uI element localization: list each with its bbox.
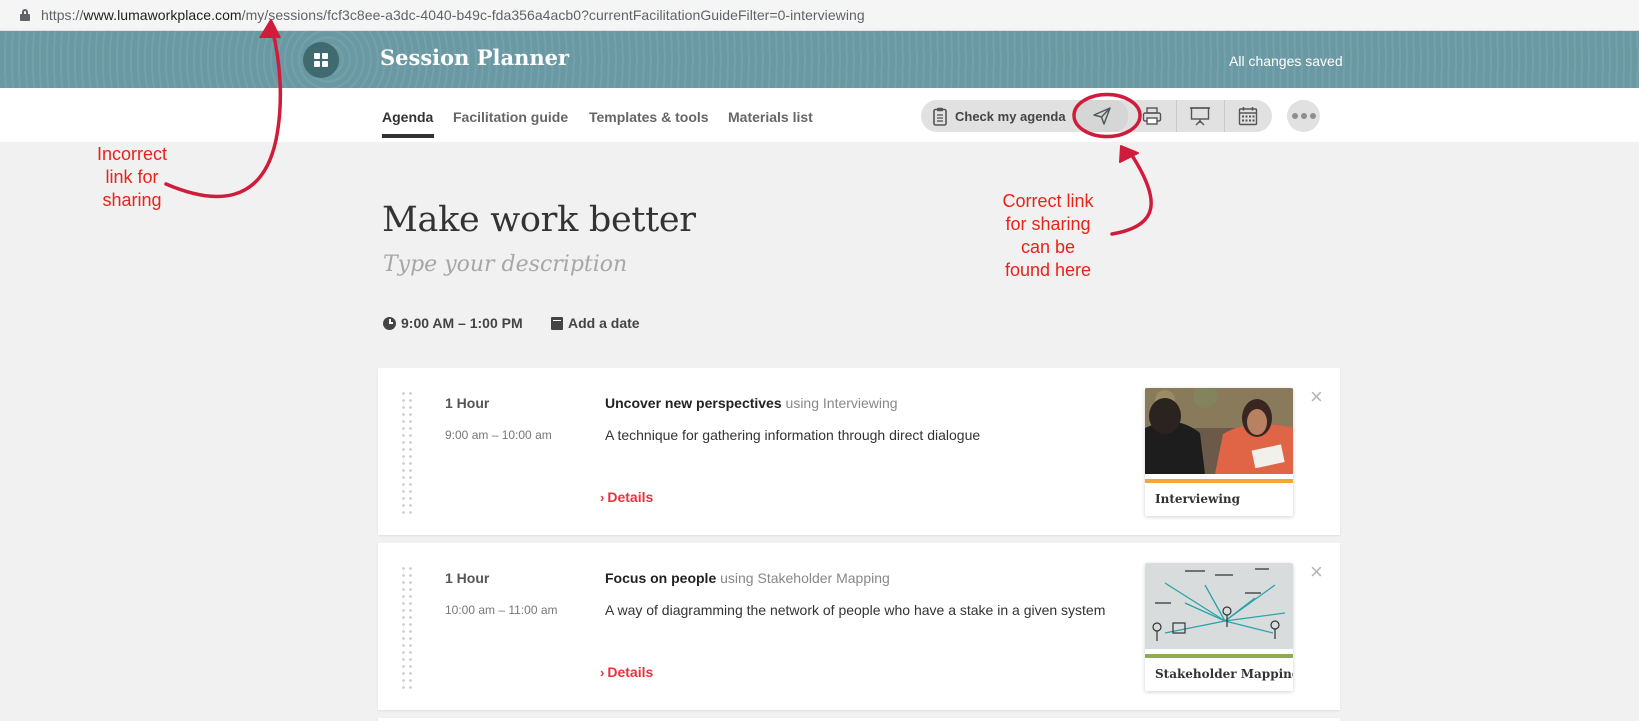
active-tab-indicator xyxy=(382,134,434,138)
apps-grid-icon[interactable] xyxy=(303,42,339,78)
item-description: A technique for gathering information th… xyxy=(605,427,981,443)
stakeholder-map-photo xyxy=(1145,563,1293,649)
item-description: A way of diagramming the network of peop… xyxy=(605,602,1106,618)
session-toolbar: Check my agenda xyxy=(921,100,1272,132)
tab-agenda[interactable]: Agenda xyxy=(382,109,433,125)
lock-icon xyxy=(20,9,30,21)
presentation-icon xyxy=(1190,107,1211,126)
tab-facilitation-guide[interactable]: Facilitation guide xyxy=(453,109,568,125)
check-agenda-button[interactable]: Check my agenda xyxy=(921,100,1076,132)
session-time-label: 9:00 AM – 1:00 PM xyxy=(401,315,523,331)
details-link[interactable]: › Details xyxy=(600,664,653,680)
annotation-correct-link: Correct link for sharing can be found he… xyxy=(1002,191,1094,280)
check-agenda-label: Check my agenda xyxy=(955,108,1066,124)
clipboard-icon xyxy=(933,107,947,126)
print-icon xyxy=(1142,107,1161,125)
details-label: Details xyxy=(607,664,654,680)
details-label: Details xyxy=(607,489,654,505)
presentation-button[interactable] xyxy=(1175,100,1224,132)
drag-handle-icon[interactable] xyxy=(400,565,414,693)
drag-handle-icon[interactable] xyxy=(400,390,414,518)
tab-templates-tools[interactable]: Templates & tools xyxy=(589,109,709,125)
annotation-incorrect-link: Incorrect link for sharing xyxy=(96,144,168,210)
method-card-stakeholder-mapping[interactable]: Stakeholder Mapping xyxy=(1145,563,1293,691)
method-card-caption: Stakeholder Mapping xyxy=(1155,667,1293,681)
share-button[interactable] xyxy=(1075,100,1128,132)
add-date-button[interactable]: Add a date xyxy=(551,315,640,331)
session-title[interactable]: Make work better xyxy=(382,200,696,240)
calendar-button[interactable] xyxy=(1223,100,1272,132)
interviewing-photo xyxy=(1145,388,1293,474)
method-card-caption: Interviewing xyxy=(1155,492,1241,506)
annotation-arrow-correct xyxy=(1110,155,1153,236)
tab-materials-list[interactable]: Materials list xyxy=(728,109,813,125)
item-time-range: 9:00 am – 10:00 am xyxy=(445,428,552,442)
app-header: Session Planner All changes saved xyxy=(0,31,1639,88)
agenda-item: 1 Hour 10:00 am – 11:00 am Focus on peop… xyxy=(378,543,1340,710)
calendar-icon xyxy=(551,316,563,330)
method-card-interviewing[interactable]: Interviewing xyxy=(1145,388,1293,516)
details-link[interactable]: › Details xyxy=(600,489,653,505)
item-title: Uncover new perspectives using Interview… xyxy=(605,395,898,411)
chevron-right-icon: › xyxy=(600,665,605,680)
url-host: www.lumaworkplace.com xyxy=(83,7,242,23)
session-time[interactable]: 9:00 AM – 1:00 PM xyxy=(383,315,523,331)
chevron-right-icon: › xyxy=(600,490,605,505)
remove-item-icon[interactable]: × xyxy=(1310,386,1323,408)
url-text[interactable]: https://www.lumaworkplace.com/my/session… xyxy=(41,7,865,23)
clock-icon xyxy=(383,316,396,330)
item-method: using Stakeholder Mapping xyxy=(720,570,890,586)
print-button[interactable] xyxy=(1128,100,1176,132)
save-status: All changes saved xyxy=(1229,53,1343,69)
item-duration[interactable]: 1 Hour xyxy=(445,570,489,586)
item-time-range: 10:00 am – 11:00 am xyxy=(445,603,558,617)
calendar-icon xyxy=(1238,107,1258,126)
url-scheme: https:// xyxy=(41,7,84,23)
remove-item-icon[interactable]: × xyxy=(1310,561,1323,583)
address-bar[interactable]: https://www.lumaworkplace.com/my/session… xyxy=(0,0,1639,31)
more-icon[interactable] xyxy=(1287,100,1320,132)
session-description-field[interactable]: Type your description xyxy=(383,252,627,277)
tab-bar: Agenda Facilitation guide Templates & to… xyxy=(0,88,1639,142)
item-duration[interactable]: 1 Hour xyxy=(445,395,489,411)
url-path: /my/sessions/fcf3c8ee-a3dc-4040-b49c-fda… xyxy=(241,7,865,23)
item-title-text: Focus on people xyxy=(605,570,717,586)
item-title-text: Uncover new perspectives xyxy=(605,395,782,411)
send-icon xyxy=(1092,107,1111,125)
item-title: Focus on people using Stakeholder Mappin… xyxy=(605,570,890,586)
agenda-item: 1 Hour 9:00 am – 10:00 am Uncover new pe… xyxy=(378,368,1340,535)
add-date-label: Add a date xyxy=(568,315,640,331)
item-method: using Interviewing xyxy=(785,395,898,411)
app-title: Session Planner xyxy=(380,45,570,70)
